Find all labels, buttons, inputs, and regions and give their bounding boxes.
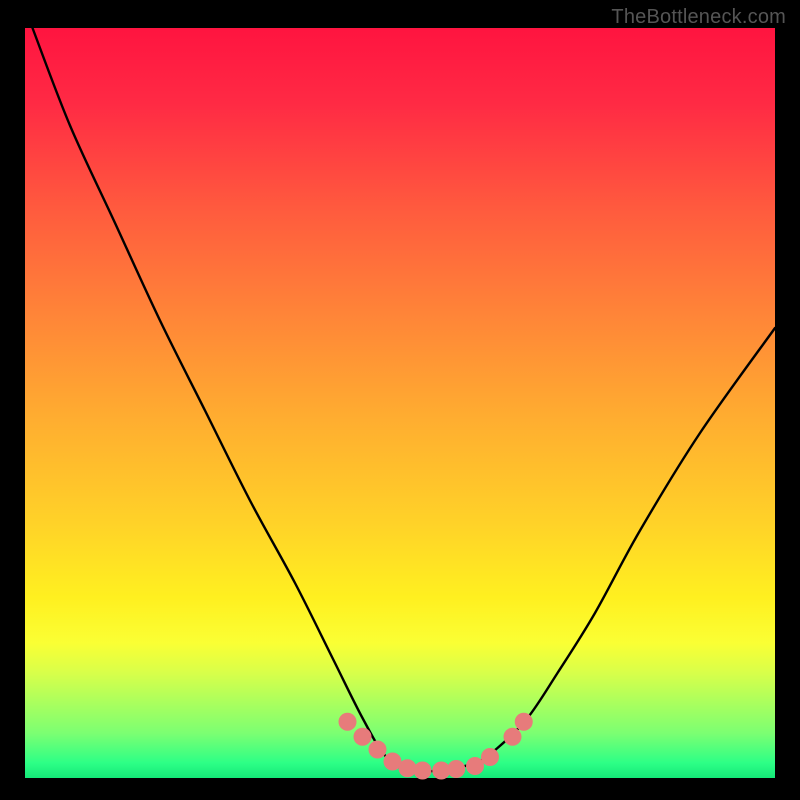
- watermark-text: TheBottleneck.com: [611, 6, 786, 29]
- plot-area: [25, 28, 775, 778]
- curve-svg: [25, 28, 775, 778]
- marker-dot: [504, 728, 522, 746]
- marker-dot: [481, 748, 499, 766]
- marker-dot: [369, 741, 387, 759]
- bottleneck-curve: [33, 28, 776, 772]
- curve-markers: [339, 713, 533, 780]
- marker-dot: [515, 713, 533, 731]
- marker-dot: [354, 728, 372, 746]
- marker-dot: [414, 762, 432, 780]
- marker-dot: [339, 713, 357, 731]
- marker-dot: [447, 760, 465, 778]
- chart-frame: TheBottleneck.com: [0, 0, 800, 800]
- marker-dot: [466, 757, 484, 775]
